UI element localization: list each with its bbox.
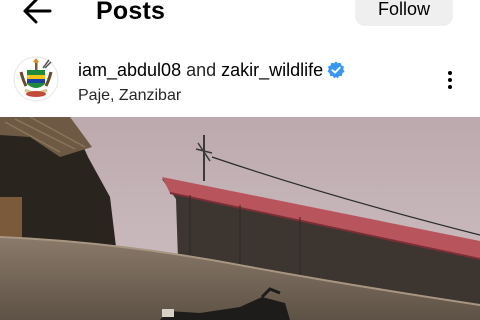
back-button[interactable]: [18, 0, 58, 28]
coat-of-arms-icon: [13, 56, 59, 102]
verified-badge-icon: [327, 61, 345, 79]
post-image[interactable]: [0, 117, 480, 320]
post-photo: [0, 117, 480, 320]
avatar[interactable]: [13, 56, 59, 102]
more-vertical-icon: [448, 71, 452, 75]
more-options-button[interactable]: [440, 68, 460, 96]
coauthor-username[interactable]: zakir_wildlife: [221, 60, 323, 80]
page-title: Posts: [96, 0, 166, 25]
follow-button[interactable]: Follow: [355, 0, 453, 26]
post-header: iam_abdul08 and zakir_wildlife Paje, Zan…: [0, 50, 480, 116]
top-bar: Posts Follow: [0, 0, 480, 44]
arrow-left-icon: [23, 0, 52, 24]
authors-joiner: and: [186, 60, 217, 80]
post-authors: iam_abdul08 and zakir_wildlife: [78, 59, 345, 81]
post-location[interactable]: Paje, Zanzibar: [78, 86, 181, 106]
author-username[interactable]: iam_abdul08: [78, 60, 181, 80]
